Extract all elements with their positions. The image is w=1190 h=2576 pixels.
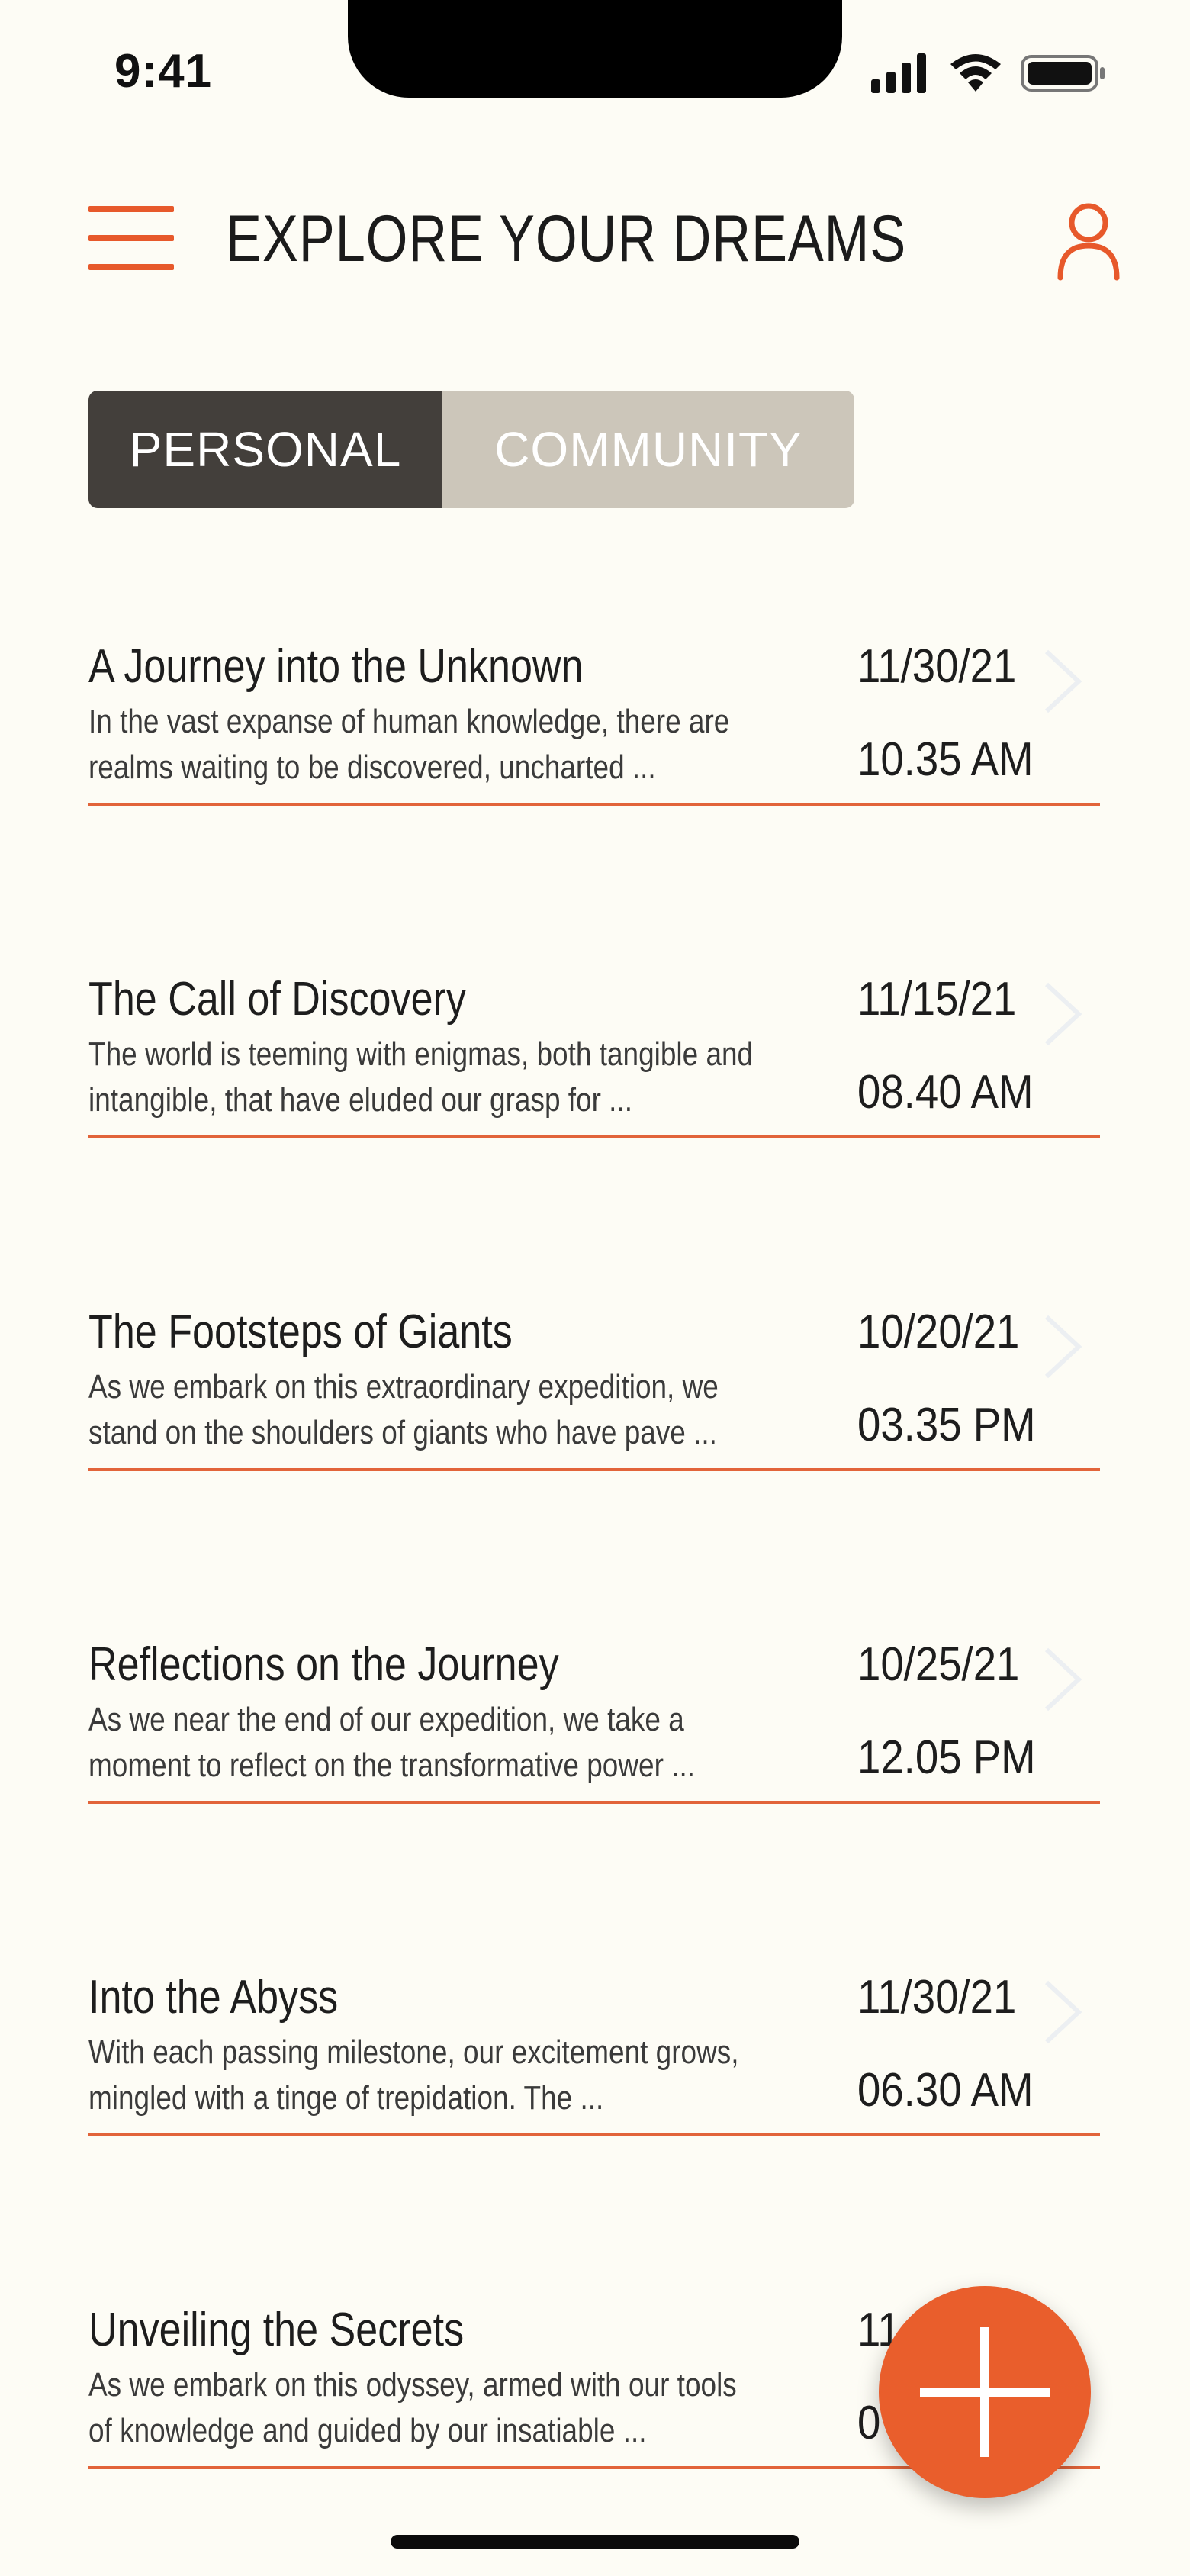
entry-date: 10/20/21 (857, 1306, 1020, 1358)
divider (88, 2133, 1100, 2136)
chevron-right-icon (1044, 982, 1082, 1046)
divider (88, 1135, 1100, 1138)
entry-date: 11/30/21 (857, 640, 1017, 693)
entry-excerpt: As we near the end of our expedition, we… (88, 1701, 695, 1784)
add-dream-button[interactable] (879, 2286, 1091, 2498)
home-indicator[interactable] (391, 2535, 799, 2549)
entry-excerpt: In the vast expanse of human knowledge, … (88, 703, 730, 786)
entry-date: 10/25/21 (857, 1638, 1020, 1691)
entry-excerpt: As we embark on this extraordinary exped… (88, 1368, 719, 1451)
entry-time: 06.30 AM (857, 2064, 1034, 2117)
entry-excerpt: The world is teeming with enigmas, both … (88, 1035, 754, 1119)
list-item[interactable]: The Footsteps of Giants As we embark on … (88, 1305, 1100, 1471)
dream-list: A Journey into the Unknown In the vast e… (0, 0, 1190, 2576)
list-item[interactable]: A Journey into the Unknown In the vast e… (88, 639, 1100, 806)
entry-date: 11/30/21 (857, 1971, 1017, 2024)
entry-excerpt: With each passing milestone, our excitem… (88, 2033, 739, 2117)
chevron-right-icon (1044, 649, 1082, 713)
list-item[interactable]: Into the Abyss With each passing milesto… (88, 1970, 1100, 2136)
divider (88, 803, 1100, 806)
entry-title: The Call of Discovery (88, 973, 466, 1026)
entry-date: 11/15/21 (857, 973, 1017, 1026)
chevron-right-icon (1044, 1980, 1082, 2044)
entry-title: Unveiling the Secrets (88, 2304, 465, 2356)
chevron-right-icon (1044, 1315, 1082, 1379)
entry-title: The Footsteps of Giants (88, 1306, 513, 1358)
divider (88, 1468, 1100, 1471)
list-item[interactable]: The Call of Discovery The world is teemi… (88, 972, 1100, 1138)
entry-excerpt: As we embark on this odyssey, armed with… (88, 2366, 737, 2449)
entry-title: A Journey into the Unknown (88, 640, 584, 693)
entry-time: 08.40 AM (857, 1066, 1034, 1119)
divider (88, 1801, 1100, 1804)
entry-time: 0 (857, 2397, 881, 2449)
entry-title: Reflections on the Journey (88, 1638, 559, 1691)
entry-title: Into the Abyss (88, 1971, 339, 2024)
entry-time: 10.35 AM (857, 733, 1034, 786)
entry-time: 12.05 PM (857, 1731, 1036, 1784)
list-item[interactable]: Reflections on the Journey As we near th… (88, 1637, 1100, 1804)
entry-time: 03.35 PM (857, 1399, 1036, 1451)
chevron-right-icon (1044, 1647, 1082, 1711)
